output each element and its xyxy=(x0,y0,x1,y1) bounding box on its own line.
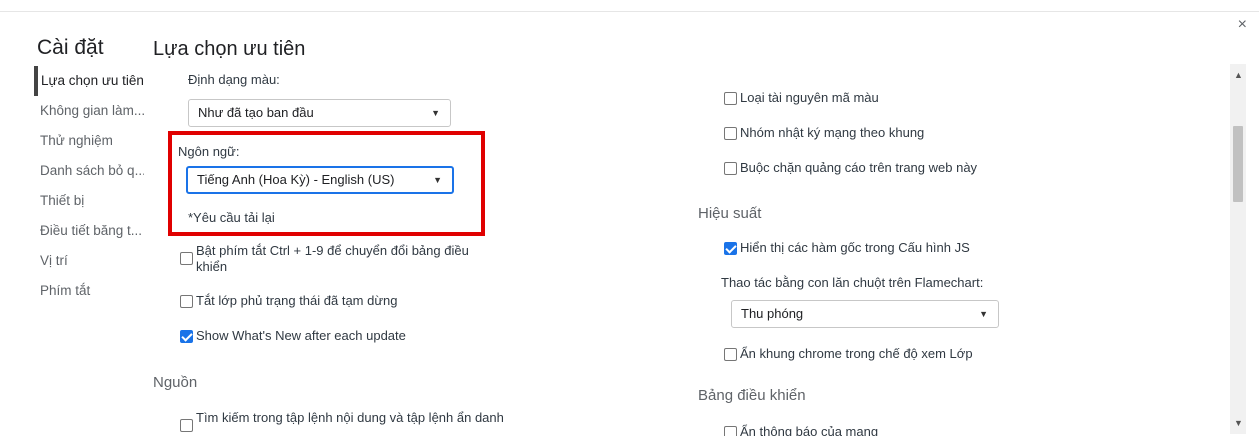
checkbox-force-ad-blocking[interactable]: Buộc chặn quảng cáo trên trang web này xyxy=(724,160,977,175)
color-format-value: Như đã tạo ban đầu xyxy=(198,105,314,120)
checkbox-box[interactable] xyxy=(724,127,737,140)
scrollbar-thumb[interactable] xyxy=(1233,126,1243,202)
checkbox-box-checked[interactable] xyxy=(724,242,737,255)
section-performance-heading: Hiệu suất xyxy=(698,205,762,222)
checkbox-label: Loại tài nguyên mã màu xyxy=(740,90,879,105)
scroll-down-arrow-icon[interactable]: ▼ xyxy=(1234,418,1243,428)
vertical-scrollbar[interactable]: ▲ ▼ xyxy=(1230,64,1246,434)
flamechart-label: Thao tác bằng con lăn chuột trên Flamech… xyxy=(721,275,984,290)
sidebar-item-experiments[interactable]: Thử nghiệm xyxy=(34,126,144,156)
checkbox-label: Bật phím tắt Ctrl + 1-9 để chuyển đổi bả… xyxy=(196,243,469,274)
clipped-row xyxy=(700,64,1100,72)
page-title: Lựa chọn ưu tiên xyxy=(153,38,306,60)
color-format-label: Định dạng màu: xyxy=(188,72,280,87)
language-highlight-box xyxy=(168,131,485,236)
checkbox-label: Show What's New after each update xyxy=(196,328,406,343)
checkbox-disable-paused-overlay[interactable]: Tắt lớp phủ trạng thái đã tạm dừng xyxy=(180,293,398,308)
checkbox-color-code-resources[interactable]: Loại tài nguyên mã màu xyxy=(724,90,879,105)
checkbox-label: Tìm kiếm trong tập lệnh nội dung và tập … xyxy=(196,410,504,425)
window-top-border xyxy=(0,0,1259,12)
sidebar-item-locations[interactable]: Vị trí xyxy=(34,246,144,276)
checkbox-label: Ẩn khung chrome trong chế độ xem Lớp xyxy=(740,346,973,361)
checkbox-box[interactable] xyxy=(724,92,737,105)
sidebar-item-devices[interactable]: Thiết bị xyxy=(34,186,144,216)
section-console-heading: Bảng điều khiển xyxy=(698,387,806,404)
checkbox-label: Hiển thị các hàm gốc trong Cấu hình JS xyxy=(740,240,970,255)
checkbox-box[interactable] xyxy=(180,419,193,432)
checkbox-label: Nhóm nhật ký mạng theo khung xyxy=(740,125,925,140)
close-icon[interactable]: × xyxy=(1238,16,1247,34)
sidebar-item-ignore-list[interactable]: Danh sách bỏ q... xyxy=(34,156,144,186)
color-format-select[interactable]: Như đã tạo ban đầu ▼ xyxy=(188,99,451,127)
checkbox-hide-network-messages[interactable]: Ẩn thông báo của mạng xyxy=(724,424,878,436)
checkbox-box[interactable] xyxy=(724,348,737,361)
sidebar-nav: Lựa chọn ưu tiên Không gian làm... Thử n… xyxy=(34,66,144,306)
sidebar-item-workspace[interactable]: Không gian làm... xyxy=(34,96,144,126)
checkbox-hide-chrome-frame[interactable]: Ẩn khung chrome trong chế độ xem Lớp xyxy=(724,346,973,361)
sidebar-item-shortcuts[interactable]: Phím tắt xyxy=(34,276,144,306)
checkbox-show-native-functions[interactable]: Hiển thị các hàm gốc trong Cấu hình JS xyxy=(724,240,970,255)
checkbox-show-whats-new[interactable]: Show What's New after each update xyxy=(180,328,406,343)
section-sources-heading: Nguồn xyxy=(153,374,198,391)
flamechart-select[interactable]: Thu phóng ▼ xyxy=(731,300,999,328)
chevron-down-icon: ▼ xyxy=(979,309,988,319)
checkbox-box[interactable] xyxy=(724,162,737,175)
checkbox-ctrl-shortcuts[interactable]: Bật phím tắt Ctrl + 1-9 để chuyển đổi bả… xyxy=(180,243,500,275)
checkbox-label: Buộc chặn quảng cáo trên trang web này xyxy=(740,160,978,175)
checkbox-label: Ẩn thông báo của mạng xyxy=(740,424,879,436)
flamechart-value: Thu phóng xyxy=(741,306,804,321)
checkbox-box[interactable] xyxy=(180,252,193,265)
checkbox-box-checked[interactable] xyxy=(180,330,193,343)
checkbox-search-content-scripts[interactable]: Tìm kiếm trong tập lệnh nội dung và tập … xyxy=(180,410,510,434)
checkbox-label: Tắt lớp phủ trạng thái đã tạm dừng xyxy=(196,293,398,308)
checkbox-group-network-log[interactable]: Nhóm nhật ký mạng theo khung xyxy=(724,125,924,140)
sidebar-item-preferences[interactable]: Lựa chọn ưu tiên xyxy=(34,66,144,96)
chevron-down-icon: ▼ xyxy=(431,108,440,118)
scroll-up-arrow-icon[interactable]: ▲ xyxy=(1234,70,1243,80)
sidebar-title: Cài đặt xyxy=(37,36,104,59)
checkbox-box[interactable] xyxy=(724,426,737,436)
checkbox-box[interactable] xyxy=(180,295,193,308)
sidebar-item-throttling[interactable]: Điều tiết băng t... xyxy=(34,216,144,246)
